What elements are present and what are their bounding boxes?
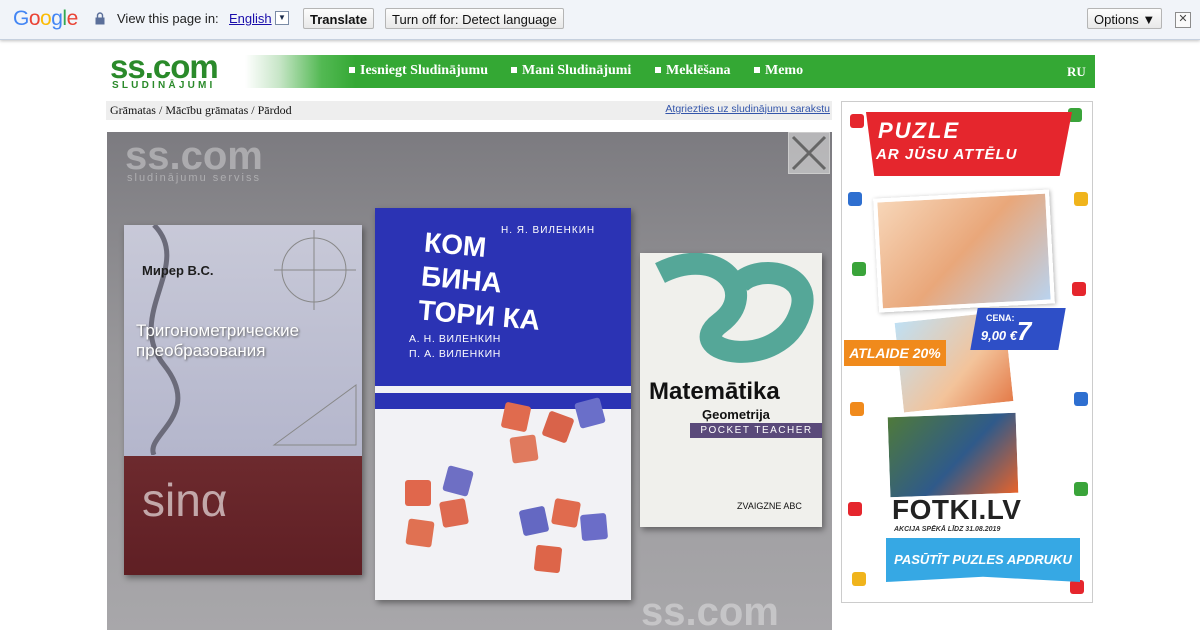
book-author: Мирер В.С. [142, 263, 214, 278]
nav-item-memo[interactable]: Memo [754, 63, 803, 79]
logo-text: ss.com [110, 48, 219, 85]
dice-icon [550, 497, 582, 529]
puzzle-piece-icon [1074, 192, 1088, 206]
book-cover-graphic [655, 253, 814, 363]
ad-headline: PUZLE [878, 118, 961, 143]
puzzle-piece-icon [1074, 482, 1088, 496]
ad-fine-print: AKCIJA SPĒKĀ LĪDZ 31.08.2019 [894, 526, 1001, 533]
dice-icon [541, 410, 575, 444]
ad-new-price: 7 20 [1016, 316, 1046, 377]
dice-icon [579, 512, 609, 542]
watermark-bottom: ss.com [641, 590, 779, 630]
book-title: КОМ БИНА ТОРИ КА [417, 226, 542, 336]
book-geometry: Matemātika Ģeometrija POCKET TEACHER ZVA… [640, 253, 822, 527]
ad-photo[interactable]: ss.com sludinājumu serviss Мирер В.С. Тр… [107, 132, 832, 630]
ad-puzzle-photo [873, 189, 1055, 313]
dice-icon [438, 497, 470, 529]
dice-icon [533, 544, 563, 574]
ad-brand: FOTKI.LV [892, 494, 1022, 525]
close-icon[interactable] [788, 132, 830, 174]
dice-icon [405, 480, 431, 506]
google-logo: Google [13, 7, 78, 30]
book-series: POCKET TEACHER [690, 423, 822, 438]
book-authors: А. Н. ВИЛЕНКИН П. А. ВИЛЕНКИН [409, 333, 501, 360]
breadcrumb: Grāmatas / Mācību grāmatas / Pārdod Atgr… [106, 101, 832, 120]
dice-icon [518, 505, 550, 537]
bullet-icon [754, 66, 760, 73]
book-title: Тригонометрические преобразования [136, 321, 300, 360]
book-cover-text: sinα [142, 474, 228, 526]
ad-subheadline: AR JŪSU ATTĒLU [876, 146, 1018, 163]
dice-icon [442, 465, 474, 497]
puzzle-piece-icon [1074, 392, 1088, 406]
puzzle-piece-icon [850, 402, 864, 416]
nav-item-search[interactable]: Meklēšana [655, 63, 731, 79]
site-logo[interactable]: ss.com SLUDINĀJUMI [110, 50, 240, 92]
bullet-icon [655, 66, 661, 73]
book-combinatorics: Н. Я. ВИЛЕНКИН КОМ БИНА ТОРИ КА А. Н. ВИ… [375, 208, 631, 600]
close-icon[interactable]: ✕ [1175, 12, 1191, 28]
nav-item-my-ads[interactable]: Mani Sludinājumi [511, 63, 631, 79]
book-publisher: ZVAIGZNE ABC [737, 501, 802, 511]
book-title: Matemātika [649, 378, 780, 405]
back-to-list-link[interactable]: Atgriezties uz sludinājumu sarakstu [665, 103, 830, 115]
ad-price-tag: CENA: 9,00 € 7 20 [970, 308, 1066, 377]
book-subtitle: Ģeometrija [702, 407, 770, 422]
ad-discount-badge: ATLAIDE 20% [844, 340, 946, 366]
lock-icon [95, 12, 105, 25]
dice-icon [509, 434, 539, 464]
nav-item-submit[interactable]: Iesniegt Sludinājumu [349, 63, 488, 79]
ad-headline-banner: PUZLE AR JŪSU ATTĒLU [866, 112, 1072, 176]
turn-off-button[interactable]: Turn off for: Detect language [385, 8, 564, 29]
ad-price-label: CENA: [985, 313, 1015, 323]
ad-parrot-photo [884, 409, 1022, 501]
book-trigonometry: Мирер В.С. Тригонометрические преобразов… [124, 225, 362, 575]
puzzle-piece-icon [848, 192, 862, 206]
language-switch-ru[interactable]: RU [1067, 64, 1086, 80]
language-link[interactable]: English [229, 11, 272, 26]
puzzle-piece-icon [848, 502, 862, 516]
advertisement[interactable]: PUZLE AR JŪSU ATTĒLU CENA: 9,00 € 7 20 A… [841, 101, 1093, 603]
translate-button[interactable]: Translate [303, 8, 375, 29]
options-button[interactable]: Options ▼ [1087, 8, 1163, 29]
logo-subtitle: SLUDINĀJUMI [112, 80, 216, 91]
puzzle-piece-icon [852, 262, 866, 276]
translate-bar: Google View this page in: English ▼ Tran… [0, 0, 1200, 40]
ad-old-price: 9,00 € [980, 328, 1018, 343]
breadcrumb-path[interactable]: Grāmatas / Mācību grāmatas / Pārdod [110, 103, 292, 118]
bullet-icon [511, 66, 517, 73]
puzzle-piece-icon [1070, 580, 1084, 594]
translate-prompt: View this page in: [117, 11, 219, 26]
language-dropdown-icon[interactable]: ▼ [275, 11, 289, 25]
watermark-subtitle: sludinājumu serviss [127, 172, 261, 184]
puzzle-piece-icon [850, 114, 864, 128]
puzzle-piece-icon [852, 572, 866, 586]
dice-icon [500, 401, 532, 433]
ad-order-button[interactable]: PASŪTĪT PUZLES APDRUKU >> [886, 538, 1080, 582]
bullet-icon [349, 66, 355, 73]
dice-icon [405, 518, 435, 548]
main-nav: Iesniegt Sludinājumu Mani Sludinājumi Me… [245, 55, 1095, 88]
puzzle-piece-icon [1072, 282, 1086, 296]
